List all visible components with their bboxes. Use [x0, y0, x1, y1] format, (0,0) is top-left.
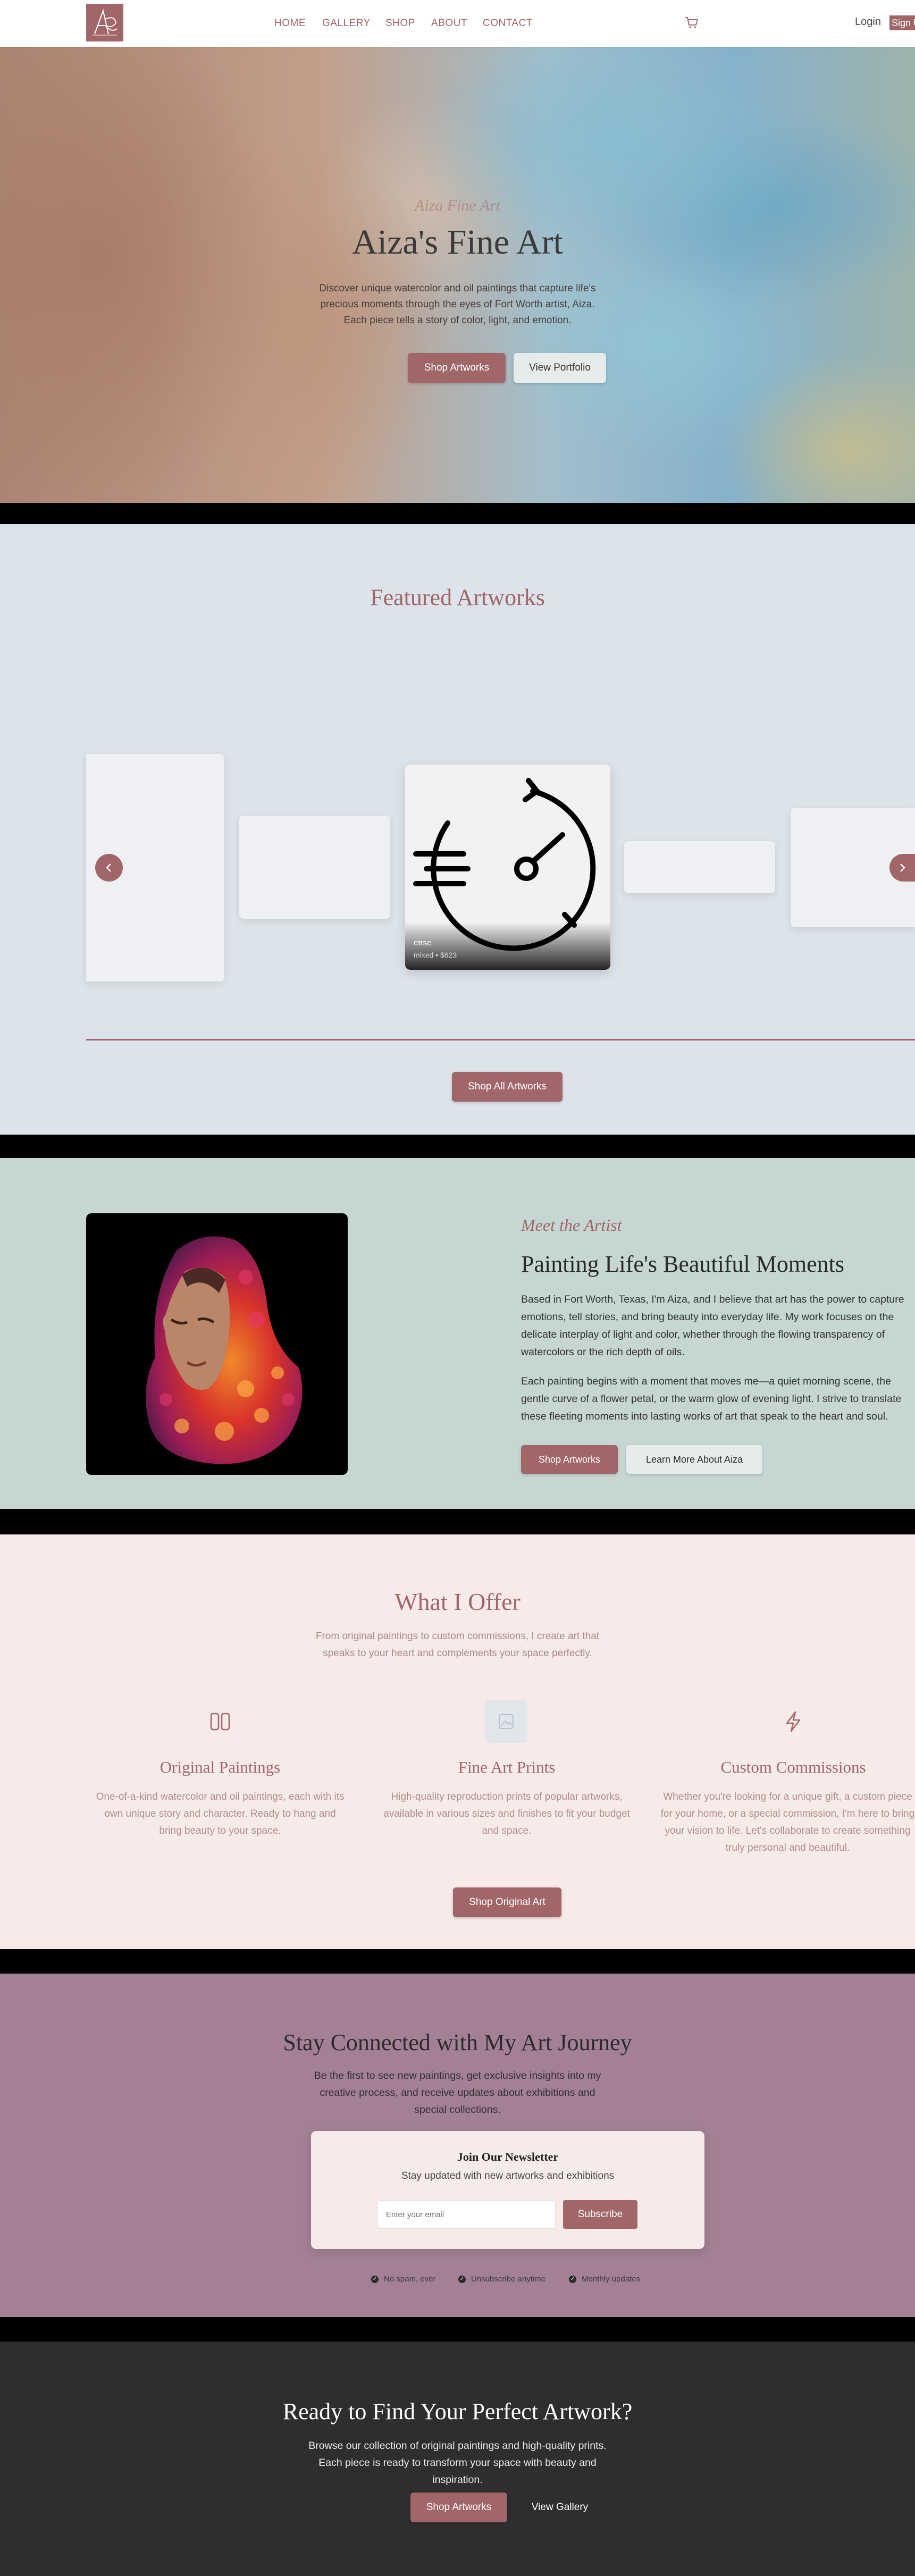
chevron-right-icon	[900, 863, 905, 872]
artist-kicker: Meet the Artist	[521, 1215, 622, 1235]
shop-original-art-button[interactable]: Shop Original Art	[453, 1887, 561, 1917]
learn-more-button[interactable]: Learn More About Aiza	[626, 1445, 762, 1474]
hero-description: Discover unique watercolor and oil paint…	[319, 283, 596, 326]
card-title: etrse	[414, 938, 432, 947]
wave-divider	[0, 1135, 915, 1159]
cart-icon[interactable]	[685, 16, 699, 29]
featured-title: Featured Artworks	[370, 584, 545, 610]
artist-paragraph-1: Based in Fort Worth, Texas, I'm Aiza, an…	[521, 1294, 904, 1358]
perk-label: Monthly updates	[582, 2275, 641, 2284]
service-title-fine-art-prints: Fine Art Prints	[458, 1758, 556, 1776]
newsletter-title: Stay Connected with My Art Journey	[283, 2029, 632, 2055]
hero-view-portfolio-button[interactable]: View Portfolio	[514, 353, 606, 383]
check-circle-icon: ✓	[458, 2275, 466, 2283]
nav-shop[interactable]: SHOP	[385, 18, 415, 29]
newsletter-description: Be the first to see new paintings, get e…	[314, 2070, 601, 2116]
nav-contact[interactable]: CONTACT	[483, 18, 533, 29]
check-circle-icon: ✓	[371, 2275, 379, 2283]
offer-subtitle: From original paintings to custom commis…	[315, 1631, 600, 1659]
newsletter-form-subtitle: Stay updated with new artworks and exhib…	[401, 2170, 615, 2181]
hero-shop-artworks-button[interactable]: Shop Artworks	[408, 353, 506, 383]
artwork-card-featured[interactable]: etrse mixed • $623	[405, 765, 610, 970]
lightning-icon	[772, 1700, 815, 1743]
nav-home[interactable]: HOME	[274, 18, 306, 29]
perk-label: No spam, ever	[384, 2275, 436, 2284]
nav-gallery[interactable]: GALLERY	[322, 18, 371, 29]
artwork-card-left[interactable]	[239, 816, 390, 919]
wave-divider	[0, 1509, 915, 1537]
check-circle-icon: ✓	[569, 2275, 576, 2283]
wave-divider	[0, 2317, 915, 2344]
site-logo[interactable]	[86, 4, 123, 41]
site-header: HOME GALLERY SHOP ABOUT CONTACT Login Si…	[0, 0, 915, 47]
shop-all-artworks-button[interactable]: Shop All Artworks	[452, 1072, 563, 1102]
hero-tagline: Aiza Fine Art	[414, 197, 501, 214]
featured-artworks-section: Featured Artworks etrse mixed • $623 Sho…	[0, 524, 915, 1135]
artist-portrait-image	[86, 1213, 348, 1475]
offer-title: What I Offer	[394, 1588, 521, 1615]
newsletter-section: Stay Connected with My Art Journey Be th…	[0, 1974, 915, 2317]
card-meta: mixed • $623	[414, 951, 457, 959]
artist-paragraph-2: Each painting begins with a moment that …	[521, 1375, 902, 1422]
hero-section: Aiza Fine Art Aiza's Fine Art Discover u…	[0, 47, 915, 503]
perk-monthly: ✓ Monthly updates	[569, 2275, 640, 2284]
cta-description: Browse our collection of original painti…	[308, 2440, 607, 2486]
hero-background-image	[0, 47, 915, 503]
service-title-original-paintings: Original Paintings	[160, 1758, 281, 1776]
artist-title: Painting Life's Beautiful Moments	[521, 1251, 844, 1277]
view-gallery-button[interactable]: View Gallery	[514, 2493, 606, 2522]
cta-title: Ready to Find Your Perfect Artwork?	[282, 2398, 633, 2424]
perk-no-spam: ✓ No spam, ever	[371, 2275, 436, 2284]
cta-section: Ready to Find Your Perfect Artwork? Brow…	[0, 2342, 915, 2576]
book-open-icon	[199, 1700, 241, 1743]
logo-monogram-icon	[93, 9, 117, 36]
card-caption-overlay	[405, 922, 610, 970]
artwork-card-right[interactable]	[624, 841, 775, 893]
nav-about[interactable]: ABOUT	[431, 18, 467, 29]
artist-shop-artworks-button[interactable]: Shop Artworks	[521, 1445, 618, 1474]
login-link[interactable]: Login	[855, 16, 881, 28]
signup-button[interactable]: Sign Up	[889, 15, 915, 30]
service-title-custom-commissions: Custom Commissions	[720, 1758, 866, 1776]
newsletter-form-card: Join Our Newsletter Stay updated with ne…	[311, 2131, 704, 2249]
email-input[interactable]	[377, 2200, 556, 2229]
carousel-prev-button[interactable]	[95, 854, 123, 882]
chevron-left-icon	[106, 863, 111, 872]
portrait-artwork	[146, 1236, 303, 1464]
hero-title: Aiza's Fine Art	[352, 223, 563, 262]
service-desc-original-paintings: One-of-a-kind watercolor and oil paintin…	[96, 1791, 345, 1836]
carousel-progress-line	[86, 1039, 915, 1041]
meet-artist-section: Meet the Artist Painting Life's Beautifu…	[0, 1158, 915, 1509]
image-icon	[485, 1700, 527, 1743]
carousel-next-button[interactable]	[889, 854, 915, 882]
wave-divider	[0, 1949, 915, 1976]
service-desc-custom-commissions: Whether you're looking for a unique gift…	[660, 1791, 915, 1853]
what-i-offer-section: What I Offer From original paintings to …	[0, 1534, 915, 1949]
perk-unsubscribe: ✓ Unsubscribe anytime	[458, 2275, 545, 2284]
subscribe-button[interactable]: Subscribe	[563, 2200, 637, 2229]
newsletter-form-title: Join Our Newsletter	[457, 2150, 559, 2163]
cta-shop-artworks-button[interactable]: Shop Artworks	[410, 2493, 507, 2522]
perk-label: Unsubscribe anytime	[471, 2275, 546, 2284]
service-desc-fine-art-prints: High-quality reproduction prints of popu…	[383, 1791, 630, 1836]
